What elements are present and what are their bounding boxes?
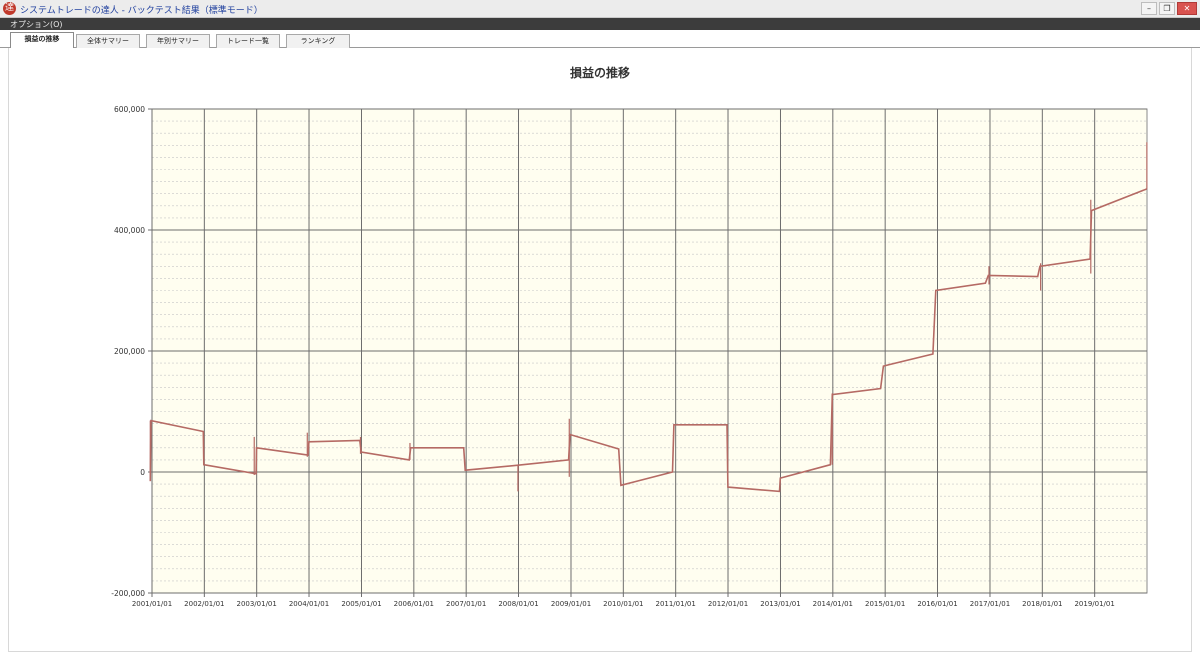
x-tick-label: 2010/01/01 bbox=[603, 600, 643, 608]
x-tick-label: 2018/01/01 bbox=[1022, 600, 1062, 608]
x-tick-label: 2002/01/01 bbox=[184, 600, 224, 608]
x-tick-label: 2012/01/01 bbox=[708, 600, 748, 608]
x-tick-label: 2007/01/01 bbox=[446, 600, 486, 608]
y-tick-label: 600,000 bbox=[114, 105, 145, 114]
x-tick-label: 2013/01/01 bbox=[760, 600, 800, 608]
pnl-chart: -200,000 0 200,000 400,000 600,000 2001/01/01… bbox=[111, 105, 1148, 608]
y-tick-label: 200,000 bbox=[114, 347, 145, 356]
x-tick-label: 2001/01/01 bbox=[132, 600, 172, 608]
x-tick-label: 2015/01/01 bbox=[865, 600, 905, 608]
y-tick-label: -200,000 bbox=[111, 589, 145, 598]
x-tick-label: 2006/01/01 bbox=[394, 600, 434, 608]
y-tick-label: 0 bbox=[140, 468, 145, 477]
y-tick-label: 400,000 bbox=[114, 226, 145, 235]
x-tick-label: 2019/01/01 bbox=[1074, 600, 1114, 608]
x-tick-label: 2008/01/01 bbox=[498, 600, 538, 608]
x-tick-label: 2004/01/01 bbox=[289, 600, 329, 608]
x-tick-label: 2005/01/01 bbox=[341, 600, 381, 608]
x-tick-label: 2016/01/01 bbox=[917, 600, 957, 608]
x-tick-label: 2014/01/01 bbox=[813, 600, 853, 608]
x-tick-label: 2017/01/01 bbox=[970, 600, 1010, 608]
x-tick-label: 2009/01/01 bbox=[551, 600, 591, 608]
x-tick-label: 2011/01/01 bbox=[655, 600, 695, 608]
x-tick-label: 2003/01/01 bbox=[236, 600, 276, 608]
